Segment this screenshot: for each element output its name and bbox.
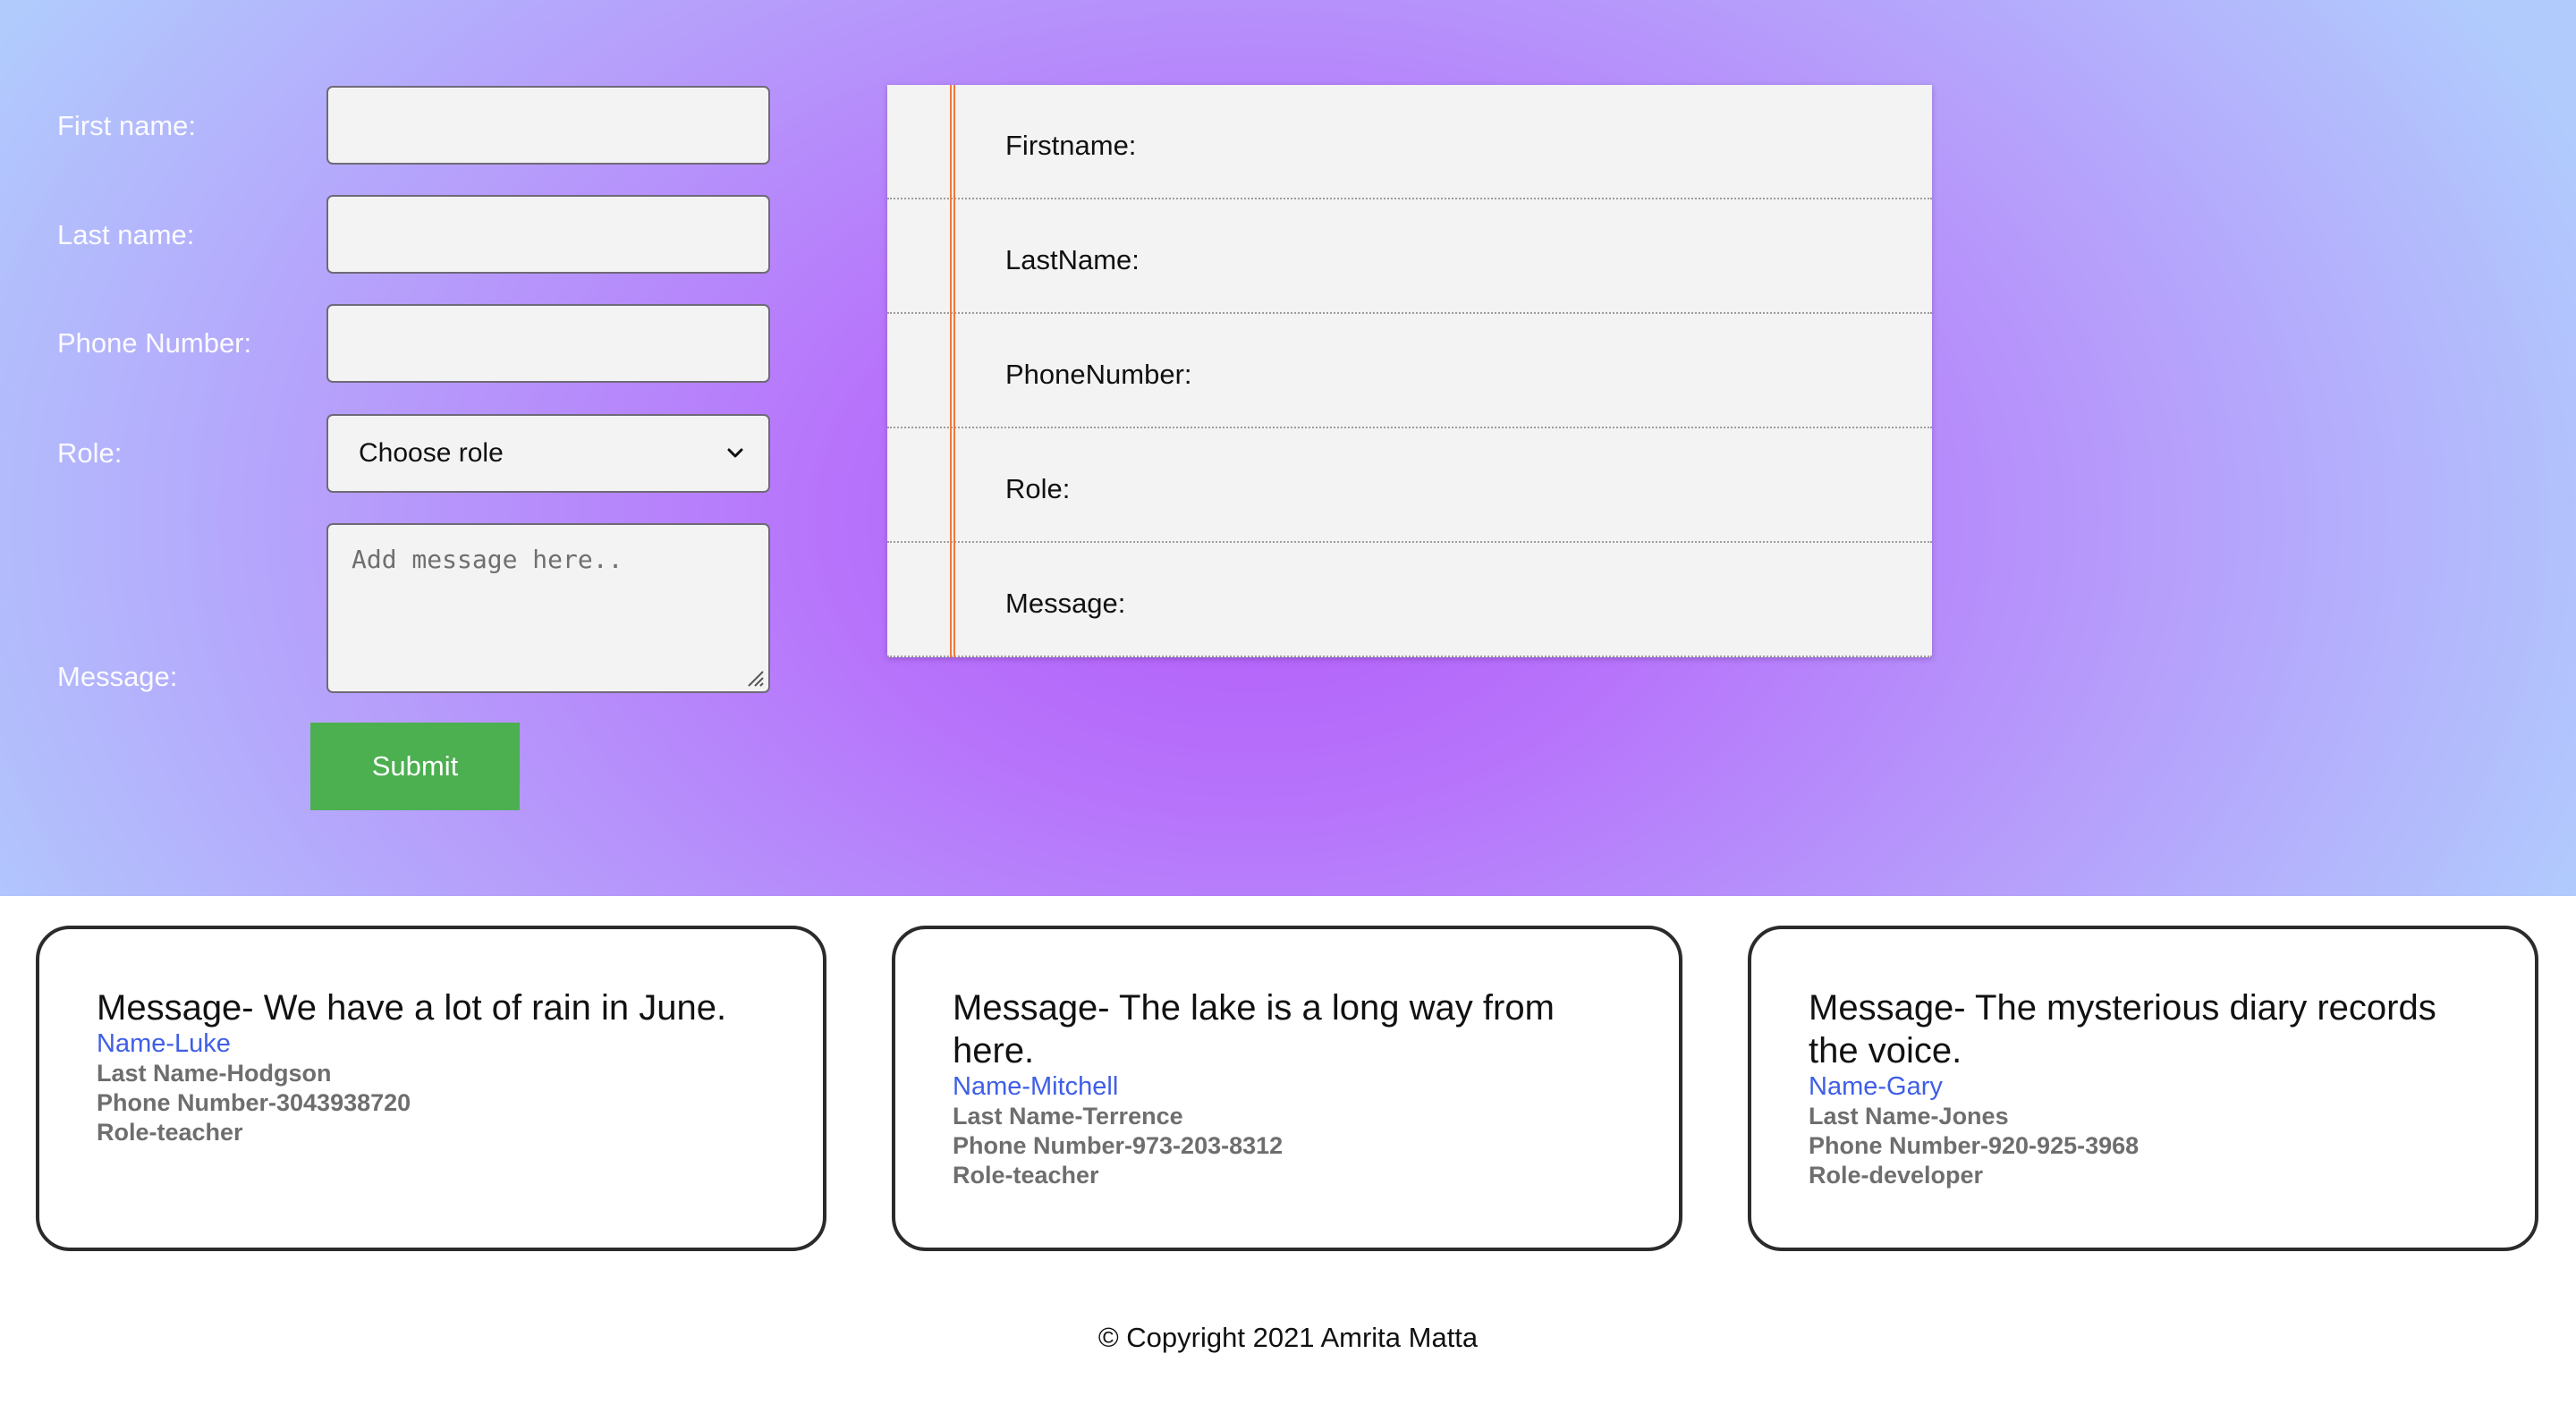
card-role: Role-teacher [953,1162,1099,1189]
submit-button[interactable]: Submit [310,723,520,810]
phone-number-input[interactable] [328,306,768,381]
card-role: Role-developer [1809,1162,1984,1189]
first-name-field-wrapper [326,86,770,165]
preview-message-label: Message: [1005,588,1126,619]
preview-row-role: Role: [887,428,1932,543]
card-last-name: Last Name-Terrence [953,1103,1183,1130]
card-phone: Phone Number-920-925-3968 [1809,1132,2140,1159]
card-last-name: Last Name-Hodgson [97,1060,332,1087]
message-card: Message- The mysterious diary records th… [1748,926,2538,1251]
last-name-field-wrapper [326,195,770,274]
preview-row-message: Message: [887,543,1932,657]
role-label: Role: [57,437,123,469]
phone-number-field-wrapper [326,304,770,383]
message-placeholder: Add message here.. [352,545,623,574]
role-select[interactable]: Choose role [326,414,770,493]
card-phone: Phone Number-3043938720 [97,1089,411,1116]
card-phone: Phone Number-973-203-8312 [953,1132,1284,1159]
first-name-label: First name: [57,110,197,141]
chevron-down-icon [727,448,743,458]
card-name: Name-Mitchell [953,1072,1119,1101]
message-label: Message: [57,661,178,692]
card-message: Message- We have a lot of rain in June. [97,988,727,1028]
preview-lastname-label: LastName: [1005,244,1140,275]
role-select-value: Choose role [359,438,504,468]
preview-firstname-label: Firstname: [1005,130,1137,161]
card-last-name: Last Name-Jones [1809,1103,2009,1130]
card-message: Message- The mysterious diary records th… [1809,988,2436,1070]
footer-copyright: © Copyright 2021 Amrita Matta [1097,1322,1479,1353]
card-message: Message- The lake is a long way from her… [953,988,1555,1070]
resize-handle-icon[interactable] [745,668,765,688]
card-name: Name-Gary [1809,1072,1943,1101]
preview-row-firstname: Firstname: [887,85,1932,199]
last-name-label: Last name: [57,219,195,250]
preview-row-phone: PhoneNumber: [887,314,1932,428]
phone-number-label: Phone Number: [57,327,252,359]
preview-row-lastname: LastName: [887,199,1932,314]
message-card: Message- The lake is a long way from her… [892,926,1682,1251]
hero-section: First name: Last name: Phone Number: Rol… [0,0,2576,896]
last-name-input[interactable] [328,197,768,272]
first-name-input[interactable] [328,88,768,163]
message-card: Message- We have a lot of rain in June. … [36,926,826,1251]
preview-phone-label: PhoneNumber: [1005,359,1192,390]
preview-notepad: Firstname: LastName: PhoneNumber: Role: … [887,85,1932,657]
card-role: Role-teacher [97,1119,243,1146]
card-name: Name-Luke [97,1029,231,1058]
message-textarea[interactable]: Add message here.. [326,523,770,693]
notepad-margin-line [950,85,955,657]
preview-role-label: Role: [1005,473,1071,504]
